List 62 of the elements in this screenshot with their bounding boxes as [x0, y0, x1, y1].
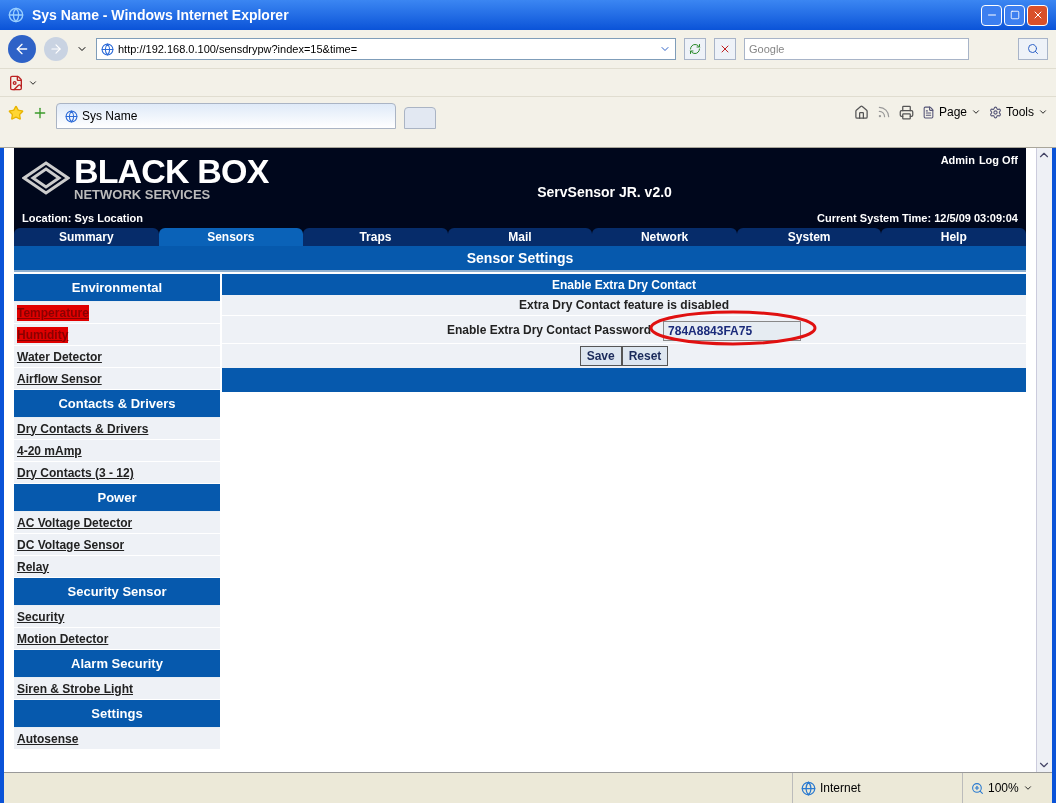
maximize-icon [1009, 10, 1020, 20]
panel-header: Enable Extra Dry Contact [222, 274, 1026, 295]
sidebar-link[interactable]: Security [17, 608, 65, 625]
password-field[interactable]: 784A8843FA75 [663, 320, 802, 341]
maximize-button[interactable] [1004, 4, 1025, 26]
sidebar-link[interactable]: Relay [17, 558, 50, 575]
field-label: Enable Extra Dry Contact Password [446, 321, 652, 339]
favorites-star-icon[interactable] [8, 105, 24, 121]
sidebar-section-header: Alarm Security [14, 650, 220, 678]
security-zone: Internet [820, 780, 861, 797]
back-button[interactable] [8, 35, 36, 63]
product-title: ServSensor JR. v2.0 [536, 183, 673, 202]
add-favorites-icon[interactable] [32, 105, 48, 121]
pdf-toolbar-button[interactable] [8, 74, 38, 91]
stop-button[interactable] [714, 38, 736, 60]
sidebar-section-header: Security Sensor [14, 578, 220, 606]
admin-link[interactable]: Admin [940, 152, 975, 169]
caret-icon [1038, 107, 1048, 117]
vertical-scrollbar[interactable] [1036, 148, 1052, 772]
command-menu-button[interactable]: Page [921, 103, 981, 121]
log-off-link[interactable]: Log Off [978, 152, 1018, 169]
sidebar-section-header: Environmental [14, 274, 220, 302]
window-title: Sys Name - Windows Internet Explorer [32, 5, 289, 25]
search-button[interactable] [1018, 38, 1048, 60]
zoom-icon [971, 781, 984, 795]
nav-tab[interactable]: Sensors [158, 228, 304, 246]
form-button[interactable]: Reset [621, 346, 669, 366]
nav-tab[interactable]: Mail [447, 228, 593, 246]
home-icon[interactable] [853, 104, 869, 120]
gear-icon [989, 105, 1002, 119]
globe-icon [801, 780, 816, 796]
refresh-button[interactable] [684, 38, 706, 60]
search-icon [1027, 43, 1039, 55]
form-button[interactable]: Save [579, 346, 622, 366]
nav-tab[interactable]: Help [881, 228, 1027, 246]
zoom-button[interactable]: 100% [962, 773, 1052, 803]
sidebar-section-header: Power [14, 484, 220, 512]
status-message: Extra Dry Contact feature is disabled [518, 297, 730, 314]
location-text: Location: Sys Location [22, 210, 143, 226]
logo: BLACK BOX NETWORK SERVICES [22, 154, 269, 201]
system-time: Current System Time: 12/5/09 03:09:04 [817, 210, 1018, 226]
minimize-button[interactable] [981, 4, 1002, 26]
page-title-bar: Sensor Settings [14, 246, 1026, 272]
pdf-icon [8, 74, 24, 91]
address-field[interactable]: http://192.168.0.100/sensdrypw?index=15&time= [96, 38, 676, 60]
stop-icon [719, 43, 731, 55]
nav-tab[interactable]: Traps [303, 228, 448, 246]
search-field[interactable]: Google [744, 38, 969, 60]
sidebar-section-header: Contacts & Drivers [14, 390, 220, 418]
browser-tab[interactable]: Sys Name [56, 103, 396, 129]
close-button[interactable] [1027, 4, 1048, 26]
feeds-icon[interactable] [876, 105, 891, 119]
command-menu-button[interactable]: Tools [989, 103, 1048, 121]
nav-tab[interactable]: System [736, 228, 882, 246]
sidebar-section-header: Settings [14, 700, 220, 728]
print-icon[interactable] [898, 104, 914, 120]
nav-tab[interactable]: Network [592, 228, 737, 246]
forward-arrow-icon [49, 42, 63, 56]
refresh-icon [689, 43, 701, 55]
caret-icon [971, 107, 981, 117]
nav-tab[interactable]: Summary [14, 228, 159, 246]
caret-icon [1022, 783, 1033, 793]
